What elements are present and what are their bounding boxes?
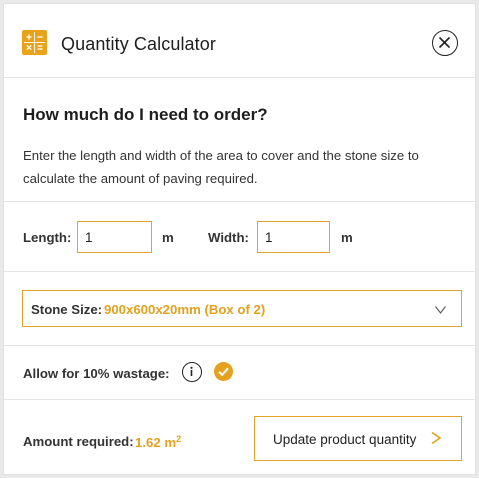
stone-size-dropdown[interactable]: Stone Size: 900x600x20mm (Box of 2) xyxy=(22,290,462,327)
width-unit: m xyxy=(341,230,353,245)
wastage-section: Allow for 10% wastage: xyxy=(4,346,475,400)
wastage-label: Allow for 10% wastage: xyxy=(23,366,170,381)
update-button-label: Update product quantity xyxy=(273,432,417,447)
intro-section: How much do I need to order? Enter the l… xyxy=(4,78,475,202)
instructions-text: Enter the length and width of the area t… xyxy=(23,148,419,186)
close-button[interactable] xyxy=(432,30,458,56)
calculator-header: Quantity Calculator xyxy=(4,4,475,78)
chevron-down-icon xyxy=(435,306,446,314)
amount-required-label: Amount required: xyxy=(23,434,134,449)
chevron-right-icon xyxy=(431,431,442,445)
dialog-title: Quantity Calculator xyxy=(61,34,216,54)
section-heading: How much do I need to order? xyxy=(23,105,268,124)
footer-section: Amount required: 1.62 m2 Update product … xyxy=(4,400,475,476)
amount-required-value: 1.62 m2 xyxy=(135,434,182,450)
wastage-checkbox[interactable] xyxy=(214,362,233,381)
stone-size-label: Stone Size: xyxy=(31,302,103,317)
stone-size-section: Stone Size: 900x600x20mm (Box of 2) xyxy=(4,272,475,346)
quantity-calculator-panel: Quantity Calculator How much do I need t… xyxy=(3,3,476,475)
info-icon[interactable] xyxy=(182,362,202,382)
dimensions-section: Length: m Width: m xyxy=(4,202,475,272)
close-icon xyxy=(438,36,451,49)
stone-size-value: 900x600x20mm (Box of 2) xyxy=(104,302,266,317)
length-input[interactable] xyxy=(77,221,152,253)
width-label: Width: xyxy=(208,230,249,245)
calculator-icon xyxy=(22,30,47,55)
update-product-quantity-button[interactable]: Update product quantity xyxy=(254,416,462,461)
checkmark-icon xyxy=(218,367,229,377)
length-unit: m xyxy=(162,230,174,245)
length-label: Length: xyxy=(23,230,72,245)
width-input[interactable] xyxy=(257,221,330,253)
